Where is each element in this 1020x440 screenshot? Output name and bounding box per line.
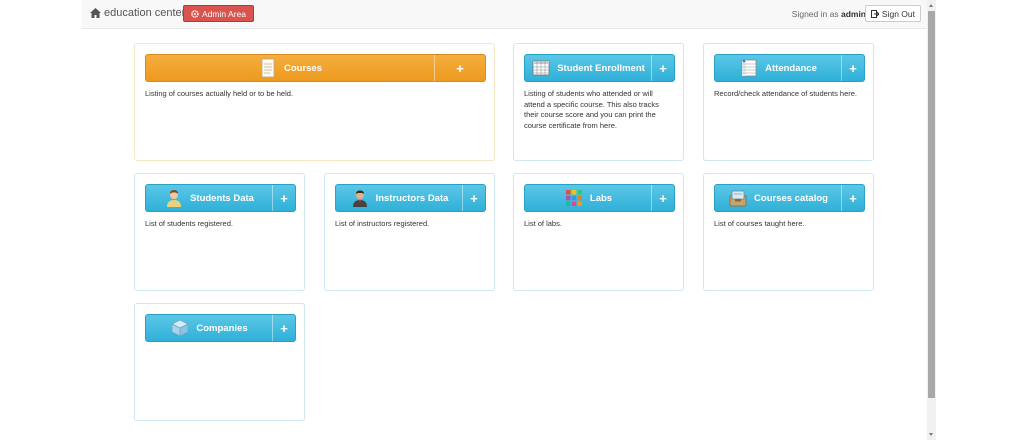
courses-catalog-add-button[interactable]: +	[841, 185, 864, 211]
students-data-description: List of students registered.	[145, 219, 233, 228]
students-data-card: Students Data + List of students registe…	[134, 173, 305, 291]
courses-card: Courses + Listing of courses actually he…	[134, 43, 495, 161]
courses-catalog-description: List of courses taught here.	[714, 219, 805, 228]
sign-out-label: Sign Out	[881, 8, 915, 19]
courses-catalog-tile-button[interactable]: Courses catalog +	[714, 184, 865, 212]
sign-out-icon	[870, 9, 879, 18]
notepad-icon	[261, 58, 275, 78]
courses-add-button[interactable]: +	[434, 55, 485, 81]
student-enrollment-open-button[interactable]: Student Enrollment	[525, 55, 651, 81]
attendance-label: Attendance	[765, 62, 817, 74]
companies-tile-button[interactable]: Companies +	[145, 314, 296, 342]
labs-card: Labs + List of labs.	[513, 173, 684, 291]
color-blocks-icon	[565, 190, 582, 206]
attendance-open-button[interactable]: Attendance	[715, 55, 841, 81]
instructors-data-label: Instructors Data	[375, 192, 449, 204]
signed-in-user: admin	[840, 9, 866, 19]
students-data-add-button[interactable]: +	[272, 185, 295, 211]
student-enrollment-card: Student Enrollment + Listing of students…	[513, 43, 684, 161]
gear-icon	[191, 9, 199, 18]
students-data-tile-button[interactable]: Students Data +	[145, 184, 296, 212]
attendance-tile-button[interactable]: Attendance +	[714, 54, 865, 82]
student-icon	[167, 190, 182, 207]
student-enrollment-description: Listing of students who attended or will…	[524, 89, 659, 130]
instructors-data-tile-button[interactable]: Instructors Data +	[335, 184, 486, 212]
labs-open-button[interactable]: Labs	[525, 185, 651, 211]
courses-tile-button[interactable]: Courses +	[145, 54, 486, 82]
top-navbar: education center Admin Area Signed in as…	[82, 0, 927, 29]
checklist-icon	[741, 59, 757, 77]
vertical-scrollbar[interactable]	[927, 0, 936, 440]
student-enrollment-add-button[interactable]: +	[651, 55, 674, 81]
attendance-description: Record/check attendance of students here…	[714, 89, 858, 98]
labs-add-button[interactable]: +	[651, 185, 674, 211]
instructors-data-add-button[interactable]: +	[462, 185, 485, 211]
courses-catalog-open-button[interactable]: Courses catalog	[715, 185, 841, 211]
attendance-add-button[interactable]: +	[841, 55, 864, 81]
attendance-card: Attendance + Record/check attendance of …	[703, 43, 874, 161]
student-enrollment-label: Student Enrollment	[557, 62, 645, 74]
companies-add-button[interactable]: +	[272, 315, 295, 341]
students-data-label: Students Data	[190, 192, 254, 204]
companies-card: Companies +	[134, 303, 305, 421]
scroll-down-arrow-icon[interactable]	[929, 433, 933, 436]
scroll-up-arrow-icon[interactable]	[929, 4, 933, 7]
admin-area-label: Admin Area	[202, 8, 246, 19]
signed-in-prefix: Signed in as	[791, 9, 839, 19]
page: education center Admin Area Signed in as…	[0, 0, 1020, 440]
admin-area-button[interactable]: Admin Area	[183, 5, 254, 22]
courses-description: Listing of courses actually held or to b…	[145, 89, 294, 98]
companies-label: Companies	[196, 322, 248, 334]
student-enrollment-tile-button[interactable]: Student Enrollment +	[524, 54, 675, 82]
labs-description: List of labs.	[524, 219, 562, 228]
courses-catalog-card: Courses catalog + List of courses taught…	[703, 173, 874, 291]
students-data-open-button[interactable]: Students Data	[146, 185, 272, 211]
courses-open-button[interactable]: Courses	[146, 55, 434, 81]
courses-catalog-label: Courses catalog	[754, 192, 828, 204]
labs-tile-button[interactable]: Labs +	[524, 184, 675, 212]
instructors-data-card: Instructors Data + List of instructors r…	[324, 173, 495, 291]
signed-in-status: Signed in as admin	[792, 9, 866, 19]
brand-label: education center	[104, 7, 186, 19]
cube-icon	[171, 319, 190, 337]
brand-link[interactable]: education center	[90, 7, 185, 19]
scrollbar-thumb[interactable]	[928, 11, 935, 398]
instructors-data-open-button[interactable]: Instructors Data	[336, 185, 462, 211]
grid-table-icon	[532, 60, 550, 76]
courses-label: Courses	[283, 62, 322, 74]
home-icon	[90, 8, 101, 18]
instructor-icon	[352, 190, 367, 207]
sign-out-button[interactable]: Sign Out	[864, 5, 921, 22]
instructors-data-description: List of instructors registered.	[335, 219, 430, 228]
catalog-box-icon	[729, 190, 747, 207]
labs-label: Labs	[589, 192, 613, 204]
companies-open-button[interactable]: Companies	[146, 315, 272, 341]
